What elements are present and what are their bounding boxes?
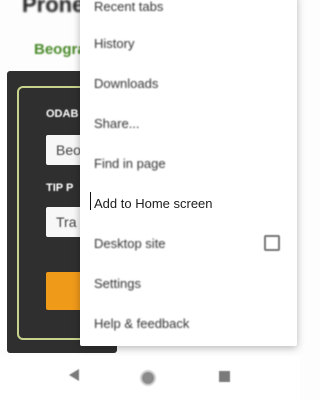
menu-item-label: Help & feedback bbox=[94, 315, 190, 331]
text-cursor-icon bbox=[90, 192, 91, 210]
page-subtitle[interactable]: Beogra bbox=[34, 41, 86, 58]
page-title: Prone bbox=[22, 0, 85, 17]
menu-item-add-to-home-screen[interactable]: Add to Home screen bbox=[90, 191, 297, 215]
menu-item-share[interactable]: Share... bbox=[94, 111, 297, 135]
menu-item-desktop-site[interactable]: Desktop site bbox=[94, 231, 297, 255]
origin-input-value: Beo bbox=[56, 142, 81, 158]
menu-item-label: Settings bbox=[94, 275, 141, 291]
menu-item-find-in-page[interactable]: Find in page bbox=[94, 151, 297, 175]
menu-item-label: Find in page bbox=[94, 155, 166, 171]
recent-apps-icon[interactable] bbox=[219, 371, 230, 382]
menu-item-settings[interactable]: Settings bbox=[94, 271, 297, 295]
type-label: TIP P bbox=[46, 182, 74, 194]
screen: Prone Beogra ODAB Beo TIP P Tra Recent t… bbox=[0, 0, 300, 400]
menu-item-history[interactable]: History bbox=[94, 31, 297, 55]
menu-item-downloads[interactable]: Downloads bbox=[94, 71, 297, 95]
menu-item-label: Recent tabs bbox=[94, 0, 164, 14]
menu-item-label: History bbox=[94, 35, 135, 51]
menu-item-label: Downloads bbox=[94, 75, 159, 91]
back-icon[interactable] bbox=[69, 369, 79, 381]
overflow-menu: Recent tabs History Downloads Share... F… bbox=[80, 0, 297, 346]
menu-item-recent-tabs[interactable]: Recent tabs bbox=[94, 0, 297, 18]
home-icon[interactable] bbox=[142, 372, 154, 384]
desktop-site-checkbox[interactable] bbox=[264, 235, 280, 251]
menu-item-label: Share... bbox=[94, 115, 140, 131]
origin-label: ODAB bbox=[46, 108, 79, 120]
menu-item-label: Add to Home screen bbox=[94, 195, 213, 211]
type-select-value: Tra bbox=[56, 214, 77, 230]
menu-item-help-feedback[interactable]: Help & feedback bbox=[94, 311, 297, 335]
system-navigation-bar bbox=[0, 356, 300, 400]
menu-item-label: Desktop site bbox=[94, 235, 166, 251]
